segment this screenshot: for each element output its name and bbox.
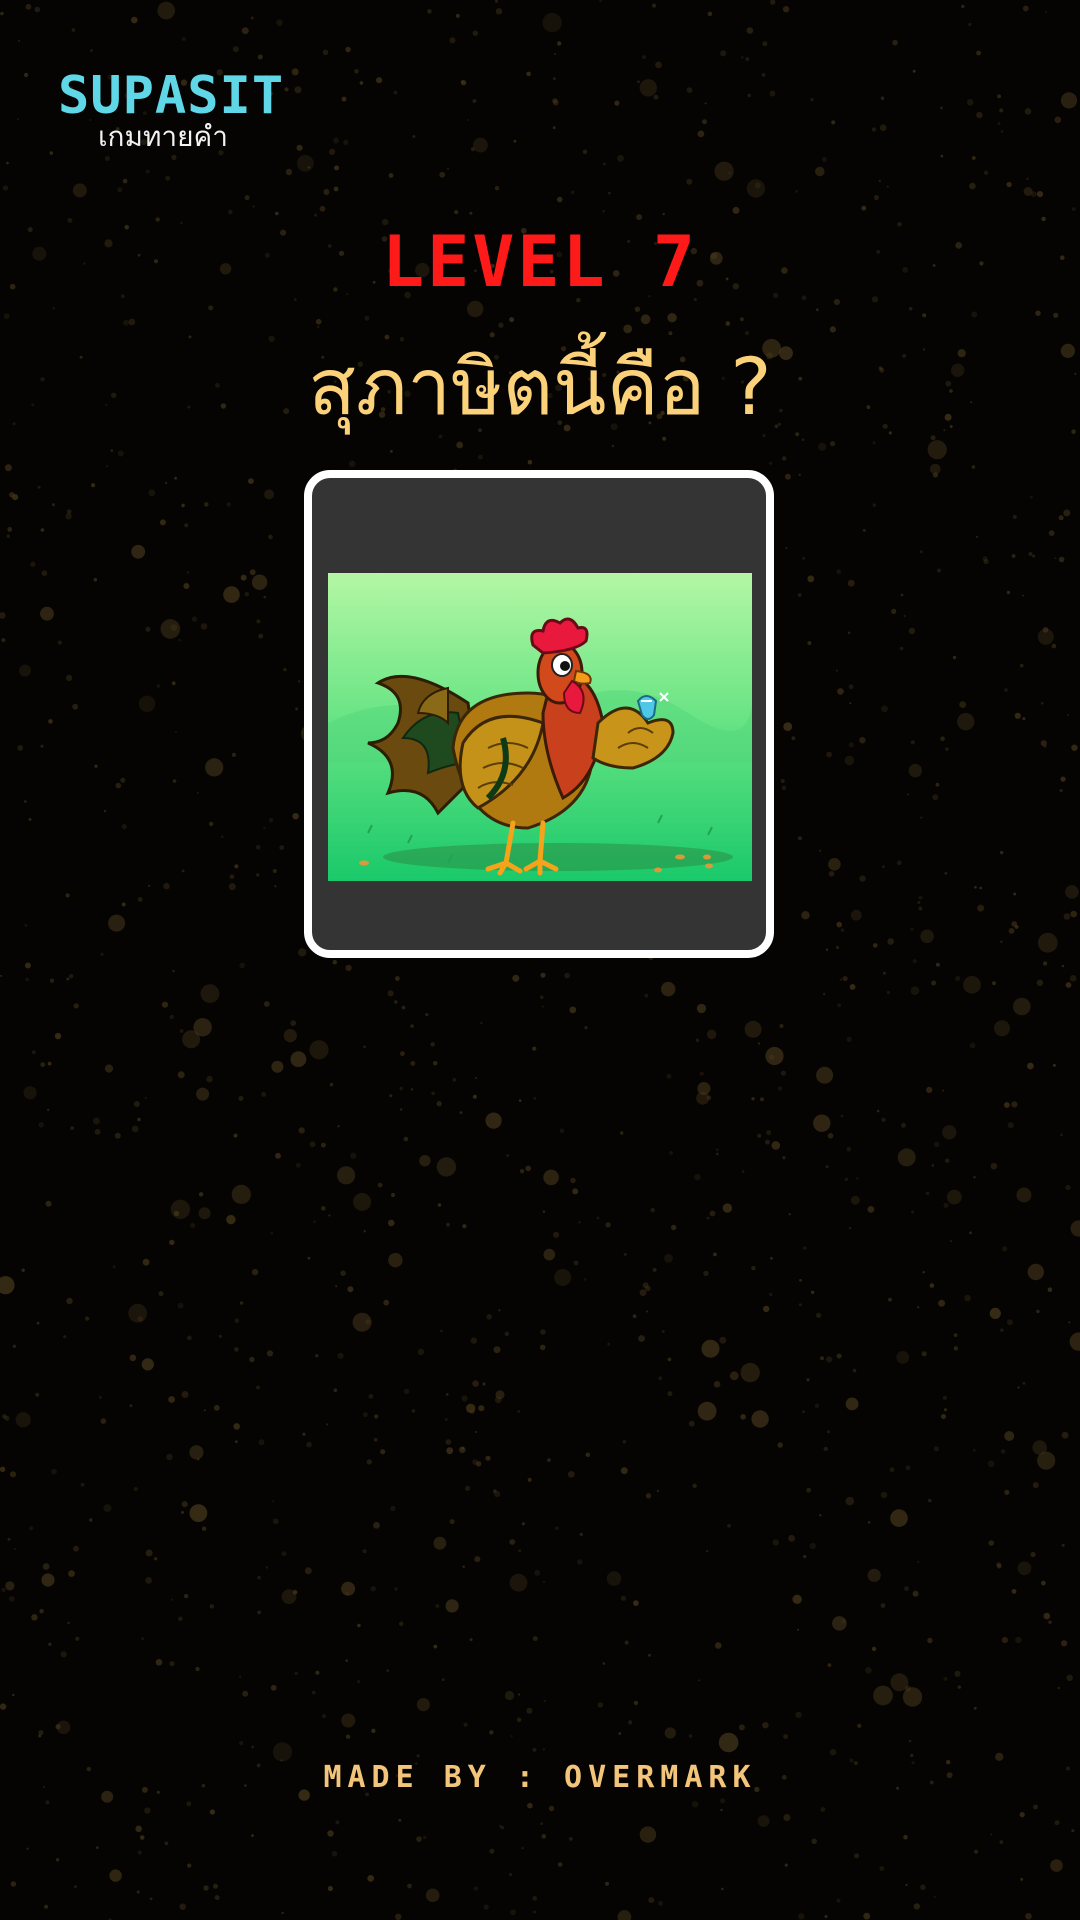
clue-card (304, 470, 774, 958)
game-screen: SUPASIT เกมทายคำ LEVEL 7 สุภาษิตนี้คือ ? (0, 0, 1080, 1920)
clue-picture (328, 573, 752, 881)
brand-title: SUPASIT (58, 66, 285, 126)
credit-footer: MADE BY : OVERMARK (323, 1760, 757, 1795)
question-text: สุภาษิตนี้คือ ? (308, 343, 772, 433)
brand-logo: SUPASIT เกมทายคำ (58, 66, 285, 154)
level-label: LEVEL 7 (381, 221, 698, 303)
rooster-gem-icon (328, 573, 752, 881)
